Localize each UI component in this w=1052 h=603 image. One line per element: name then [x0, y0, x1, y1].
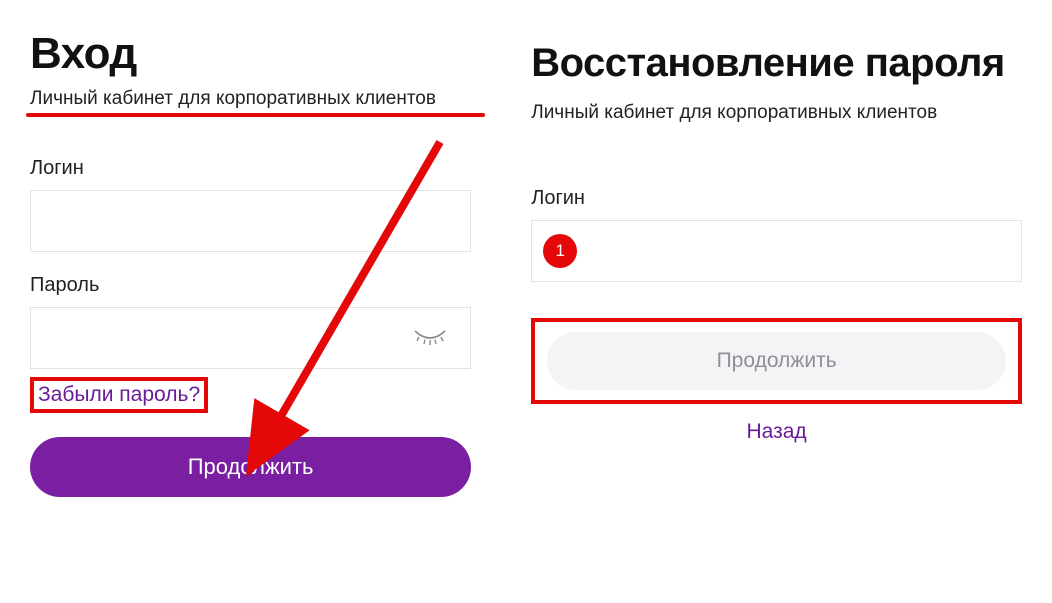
- login-subtitle-wrap: Личный кабинет для корпоративных клиенто…: [30, 86, 471, 113]
- password-field: Пароль: [30, 274, 471, 369]
- recovery-title: Восстановление пароля: [531, 40, 1022, 86]
- recovery-panel: Восстановление пароля Личный кабинет для…: [531, 30, 1022, 497]
- forgot-password-link[interactable]: Забыли пароль?: [38, 383, 200, 406]
- login-title: Вход: [30, 30, 471, 78]
- annotation-underline: [26, 113, 485, 117]
- login-field-label: Логин: [30, 157, 471, 180]
- annotation-badge: 1: [543, 234, 577, 268]
- password-field-label: Пароль: [30, 274, 471, 297]
- recovery-continue-button[interactable]: Продолжить: [547, 332, 1006, 390]
- recovery-login-input[interactable]: [531, 220, 1022, 282]
- recovery-subtitle: Личный кабинет для корпоративных клиенто…: [531, 100, 1022, 127]
- annotation-forgot-box: Забыли пароль?: [30, 377, 208, 413]
- login-continue-button[interactable]: Продолжить: [30, 437, 471, 497]
- recovery-login-field: Логин 1: [531, 187, 1022, 282]
- login-input[interactable]: [30, 190, 471, 252]
- annotation-badge-number: 1: [555, 241, 564, 261]
- login-field: Логин: [30, 157, 471, 252]
- login-panel: Вход Личный кабинет для корпоративных кл…: [30, 30, 471, 497]
- recovery-back-link[interactable]: Назад: [747, 420, 807, 444]
- annotation-continue-box: Продолжить: [531, 318, 1022, 404]
- password-input[interactable]: [30, 307, 471, 369]
- recovery-login-label: Логин: [531, 187, 1022, 210]
- login-subtitle: Личный кабинет для корпоративных клиенто…: [30, 86, 471, 113]
